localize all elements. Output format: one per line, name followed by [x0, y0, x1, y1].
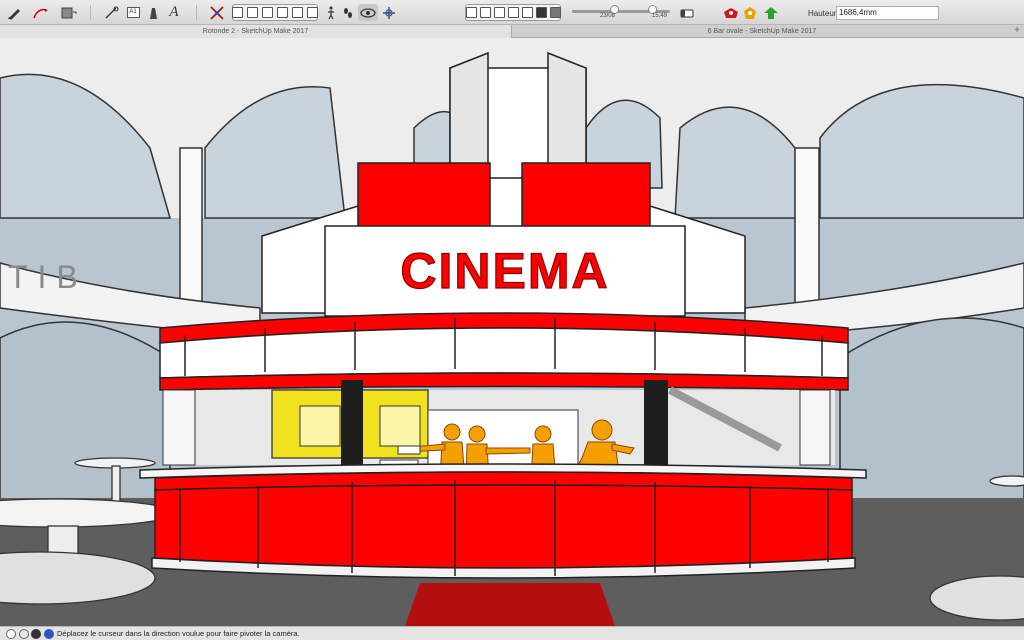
textured-style-icon[interactable] [535, 7, 547, 18]
text-tool-icon[interactable]: A [166, 4, 182, 21]
tab-rotonde-2[interactable]: Rotonde 2 - SketchUp Make 2017 [0, 25, 512, 38]
back-view-icon[interactable] [292, 7, 303, 18]
shaded-style-icon[interactable] [521, 7, 533, 18]
dimension-glyph: A1 [126, 7, 140, 18]
left-black-column [341, 380, 363, 475]
wall-lettering: TIB [8, 259, 88, 295]
status-hint: Déplacez le curseur dans la direction vo… [57, 629, 300, 638]
cinema-sign: CINEMA [400, 243, 609, 299]
right-black-column [644, 380, 668, 475]
styles-toolbar [465, 4, 561, 21]
main-toolbar: A1 A 23/08 15:49 Hauteur 1686,4mm [0, 0, 1024, 25]
credits-icon[interactable] [19, 629, 29, 639]
views-toolbar [232, 4, 318, 21]
height-value-field[interactable]: 1686,4mm [836, 6, 939, 20]
monochrome-style-icon[interactable] [549, 7, 561, 18]
wireframe-style-icon[interactable] [493, 7, 505, 18]
new-tab-button[interactable]: + [1014, 25, 1020, 37]
zoom-extents-icon[interactable] [208, 4, 226, 21]
right-post [799, 389, 831, 466]
tape-measure-icon[interactable] [103, 4, 121, 21]
counter [139, 463, 867, 579]
extension-warehouse-icon[interactable] [741, 4, 759, 21]
look-around-icon[interactable] [358, 4, 378, 21]
iso-view-icon[interactable] [232, 7, 243, 18]
canopy-ring [159, 312, 849, 391]
geolocation-icon[interactable] [6, 629, 16, 639]
footprints-icon[interactable] [341, 4, 355, 21]
walk-icon[interactable] [324, 4, 338, 21]
model-viewport[interactable]: TIB CINEMA [0, 38, 1024, 626]
document-tabs: Rotonde 2 - SketchUp Make 2017 6 Bar ova… [0, 25, 1024, 38]
sketchup-window: A1 A 23/08 15:49 Hauteur 1686,4mm Rotond… [0, 0, 1024, 640]
shadow-date-label: 23/08 [600, 13, 616, 19]
pencil-tool-icon[interactable] [5, 4, 23, 21]
paint-bucket-icon[interactable] [58, 4, 78, 21]
share-model-icon[interactable] [762, 4, 780, 21]
shadow-time-label: 15:49 [652, 13, 668, 19]
status-bar: Déplacez le curseur dans la direction vo… [0, 626, 1024, 640]
tab-bar-ovale[interactable]: 6 Bar ovale - SketchUp Make 2017 [512, 25, 1012, 38]
user-icon[interactable] [31, 629, 41, 639]
lower-left-arch [0, 321, 171, 509]
hidden-line-style-icon[interactable] [507, 7, 519, 18]
height-label: Hauteur [808, 9, 837, 18]
position-camera-icon[interactable] [381, 4, 397, 21]
eraser-icon[interactable] [678, 4, 696, 21]
3d-warehouse-icon[interactable] [721, 4, 741, 21]
help-icon[interactable] [44, 629, 54, 639]
dimension-tool-icon[interactable]: A1 [125, 4, 141, 21]
xray-style-icon[interactable] [465, 7, 477, 18]
left-post [162, 389, 196, 466]
scene-canvas: TIB CINEMA [0, 38, 1024, 626]
protractor-icon[interactable] [145, 4, 161, 21]
right-view-icon[interactable] [277, 7, 288, 18]
top-view-icon[interactable] [247, 7, 258, 18]
red-carpet [405, 583, 615, 626]
arc-tool-icon[interactable] [31, 4, 53, 21]
front-view-icon[interactable] [262, 7, 273, 18]
left-view-icon[interactable] [307, 7, 318, 18]
backedges-style-icon[interactable] [479, 7, 491, 18]
